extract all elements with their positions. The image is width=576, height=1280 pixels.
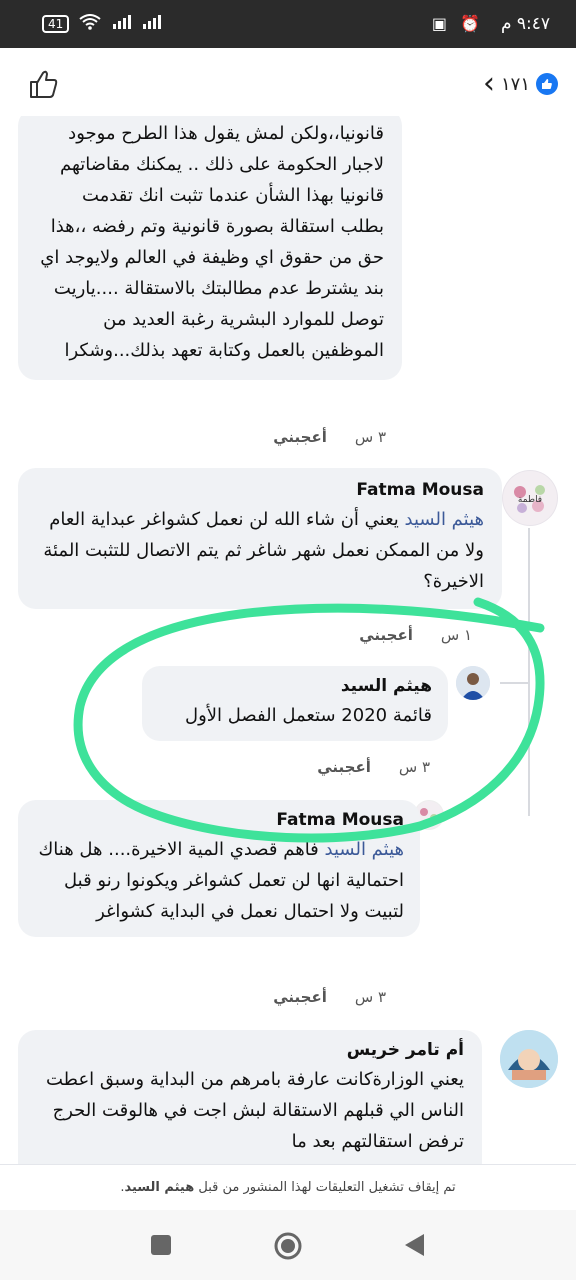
commenter-name[interactable]: Fatma Mousa (34, 810, 404, 830)
comments-list[interactable]: قانونيا،،ولكن لمش يقول هذا الطرح موجود ل… (0, 116, 576, 1164)
reply-connector (500, 682, 528, 684)
commenter-name[interactable]: هيثم السيد (158, 676, 432, 696)
comment-text: قائمة 2020 ستعمل الفصل الأول (185, 705, 432, 726)
mention-link[interactable]: هيثم السيد (325, 839, 404, 860)
system-nav-bar (0, 1210, 576, 1280)
like-button[interactable]: أعجبني (359, 626, 413, 644)
circle-icon[interactable] (274, 1232, 302, 1264)
like-button[interactable]: أعجبني (273, 988, 327, 1006)
like-reaction-icon (536, 73, 558, 95)
comment-bubble: Fatma Mousa هيثم السيد فاهم قصدي المية ا… (18, 800, 420, 937)
clock: ٩:٤٧ م (500, 14, 550, 34)
alarm-icon: ▣ ⏰ (431, 14, 484, 33)
signal-icon (111, 14, 171, 34)
comment-bubble: Fatma Mousa هيثم السيد يعني أن شاء الله … (18, 468, 502, 609)
reaction-count: ١٧١ (500, 73, 530, 95)
comment-actions: ٣ س أعجبني (317, 758, 430, 776)
comment-time: ١ س (440, 626, 472, 644)
comments-disabled-note: تم إيقاف تشغيل التعليقات لهذا المنشور من… (0, 1164, 576, 1211)
svg-text:فاطمة: فاطمة (518, 495, 542, 505)
comment-text: قانونيا،،ولكن لمش يقول هذا الطرح موجود ل… (40, 123, 384, 361)
comment-bubble: هيثم السيد قائمة 2020 ستعمل الفصل الأول (142, 666, 448, 741)
triangle-back-icon[interactable] (402, 1232, 426, 1262)
note-prefix: تم إيقاف تشغيل التعليقات لهذا المنشور من… (194, 1180, 456, 1195)
chevron-left-icon[interactable]: ‹ (483, 69, 495, 99)
comment-bubble: قانونيا،،ولكن لمش يقول هذا الطرح موجود ل… (18, 116, 402, 380)
commenter-name[interactable]: Fatma Mousa (32, 480, 484, 500)
like-button[interactable]: أعجبني (273, 428, 327, 446)
battery-icon: 41 (42, 15, 70, 33)
reactions-back[interactable]: ‹ ١٧١ (483, 69, 558, 99)
comment-actions: ٣ س أعجبني (273, 988, 386, 1006)
comment-actions: ٣ س أعجبني (273, 428, 386, 446)
comment-bubble: أم تامر خريس يعني الوزارةكانت عارفة بامر… (18, 1030, 482, 1164)
commenter-name[interactable]: أم تامر خريس (32, 1040, 464, 1060)
comment-time: ٣ س (354, 988, 386, 1006)
comment-actions: ١ س أعجبني (359, 626, 472, 644)
comment-text: يعني الوزارةكانت عارفة بامرهم من البداية… (46, 1069, 464, 1152)
wifi-icon (79, 14, 101, 34)
comment-time: ٣ س (398, 758, 430, 776)
status-bar: 41 ▣ ⏰ ٩:٤٧ م (0, 0, 576, 48)
thumbs-up-icon[interactable] (28, 68, 60, 100)
avatar[interactable] (456, 666, 490, 700)
avatar[interactable]: فاطمة (502, 470, 558, 526)
avatar[interactable] (500, 1030, 558, 1088)
status-left-icons: 41 (42, 14, 171, 34)
note-author[interactable]: هيثم السيد (124, 1180, 194, 1195)
thread-line (528, 528, 530, 816)
square-icon[interactable] (150, 1234, 172, 1260)
like-button[interactable]: أعجبني (317, 758, 371, 776)
mention-link[interactable]: هيثم السيد (405, 509, 484, 530)
comment-time: ٣ س (354, 428, 386, 446)
